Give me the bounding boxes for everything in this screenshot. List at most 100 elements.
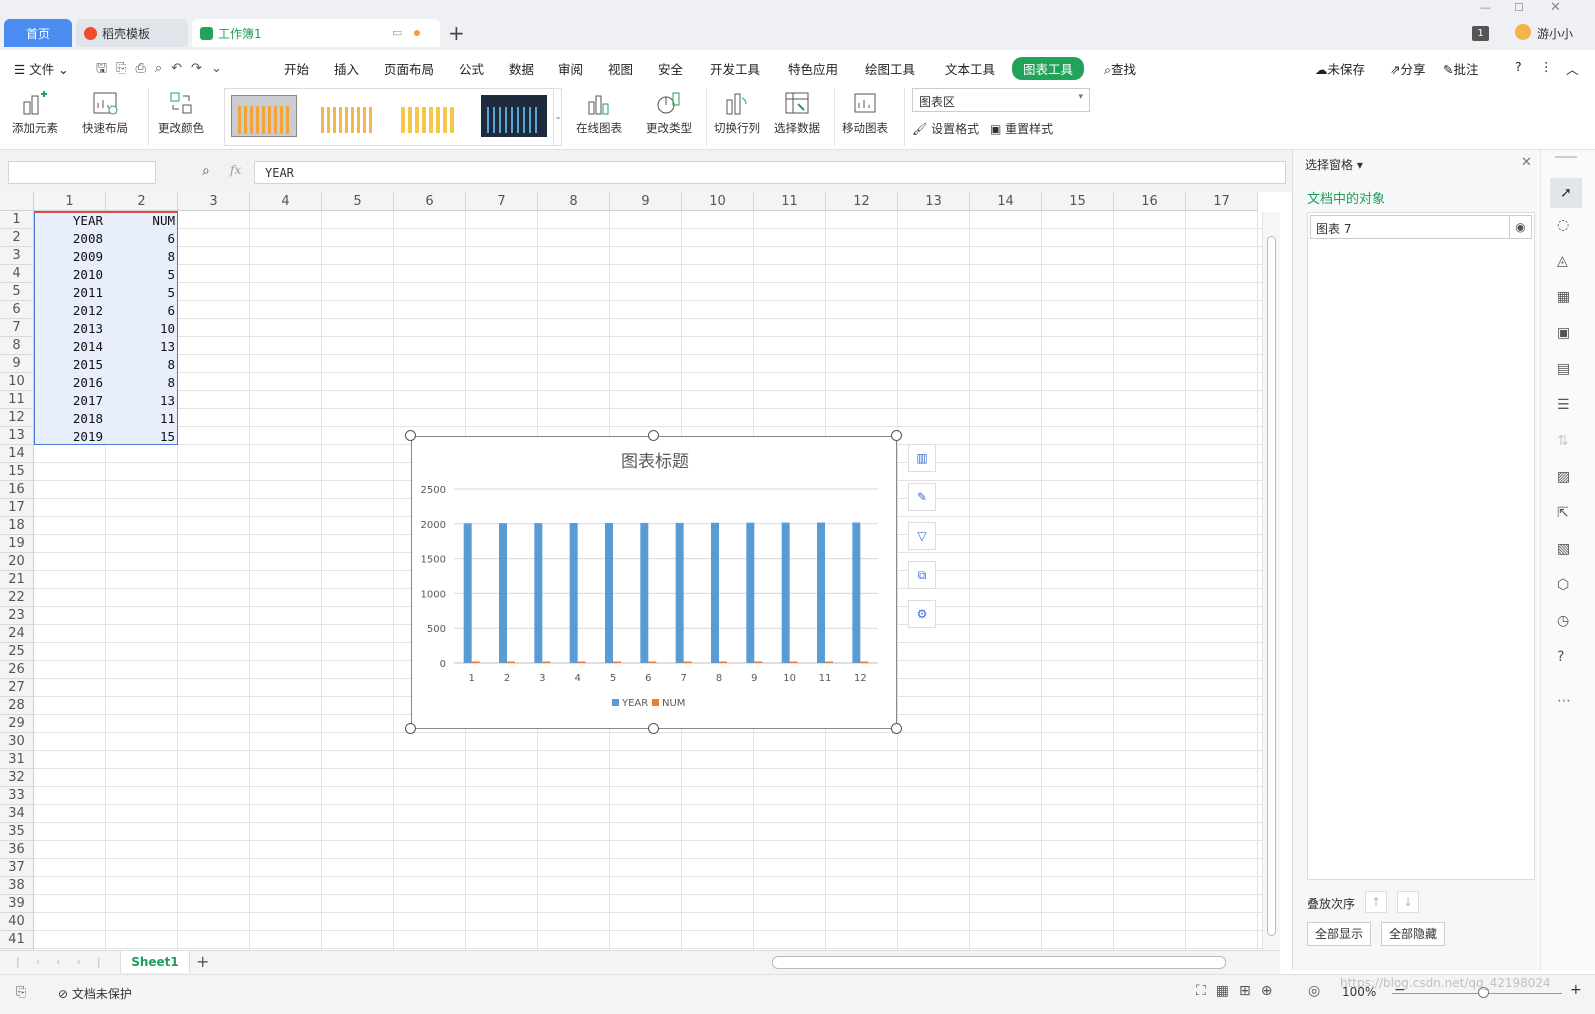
- row-header-32[interactable]: 32: [0, 769, 34, 787]
- chart-title[interactable]: 图表标题: [621, 452, 689, 472]
- horizontal-scroll-thumb[interactable]: [772, 956, 1226, 969]
- column-header-11[interactable]: 11: [754, 192, 826, 211]
- bar-year[interactable]: [463, 523, 472, 663]
- close-pane-icon[interactable]: ✕: [1521, 155, 1532, 170]
- menu-start[interactable]: 开始: [284, 59, 309, 78]
- resize-handle[interactable]: [405, 723, 416, 734]
- menu-chart-tools[interactable]: 图表工具: [1012, 57, 1085, 80]
- table-cell[interactable]: 6: [106, 303, 178, 318]
- help-icon[interactable]: ?: [1515, 59, 1522, 74]
- table-cell[interactable]: 8: [106, 249, 178, 264]
- more-dots-icon[interactable]: ⋯: [1557, 693, 1571, 709]
- chart-object[interactable]: 图表标题 0 500 1000 1500 2000 2500 1 2 3 4 5 6 7 8 9 10 11 1…: [411, 436, 897, 729]
- pointer-icon[interactable]: ➚: [1550, 178, 1582, 208]
- row-header-22[interactable]: 22: [0, 589, 34, 607]
- row-header-21[interactable]: 21: [0, 571, 34, 589]
- avatar[interactable]: [1515, 24, 1531, 40]
- bar-year[interactable]: [640, 522, 649, 663]
- bar-year[interactable]: [852, 522, 861, 663]
- resize-handle[interactable]: [648, 430, 659, 441]
- row-header-34[interactable]: 34: [0, 805, 34, 823]
- monitor-icon[interactable]: ▭: [392, 26, 402, 39]
- table-cell[interactable]: 8: [106, 357, 178, 372]
- maximize-icon[interactable]: ☐: [1514, 1, 1524, 14]
- table-cell[interactable]: YEAR: [34, 213, 106, 228]
- table-cell[interactable]: 2012: [34, 303, 106, 318]
- chart-style-brush-icon[interactable]: ✎: [908, 483, 936, 511]
- bar-num[interactable]: [683, 661, 692, 664]
- protect-status[interactable]: ⊘ 文档未保护: [58, 985, 132, 1002]
- table-cell[interactable]: 2011: [34, 285, 106, 300]
- menu-insert[interactable]: 插入: [334, 59, 359, 78]
- row-header-25[interactable]: 25: [0, 643, 34, 661]
- table-cell[interactable]: 13: [106, 339, 178, 354]
- zoom-slider[interactable]: [1392, 993, 1562, 994]
- column-header-17[interactable]: 17: [1186, 192, 1258, 211]
- row-header-6[interactable]: 6: [0, 301, 34, 319]
- menu-review[interactable]: 审阅: [558, 59, 583, 78]
- grid-icon[interactable]: ▣: [1557, 325, 1570, 341]
- column-header-14[interactable]: 14: [970, 192, 1042, 211]
- formula-input[interactable]: YEAR: [254, 161, 1286, 184]
- selection-pane-title[interactable]: 选择窗格 ▾: [1305, 156, 1363, 173]
- change-type-button[interactable]: 更改类型: [646, 90, 692, 136]
- chart-settings-gear-icon[interactable]: ⚙: [908, 600, 936, 628]
- column-header-9[interactable]: 9: [610, 192, 682, 211]
- bar-num[interactable]: [648, 661, 657, 664]
- bar-year[interactable]: [569, 523, 578, 663]
- new-tab-button[interactable]: +: [448, 21, 465, 45]
- export-icon[interactable]: ⇱: [1557, 505, 1569, 521]
- zoom-in-icon[interactable]: +: [1570, 982, 1582, 998]
- row-header-15[interactable]: 15: [0, 463, 34, 481]
- column-header-6[interactable]: 6: [394, 192, 466, 211]
- row-header-7[interactable]: 7: [0, 319, 34, 337]
- bar-year[interactable]: [605, 522, 613, 663]
- vertical-scroll-thumb[interactable]: [1267, 236, 1276, 936]
- select-all-corner[interactable]: [0, 192, 34, 211]
- bar-year[interactable]: [817, 522, 825, 663]
- table-cell[interactable]: 2015: [34, 357, 106, 372]
- gallery-more-icon[interactable]: ⌄: [553, 89, 562, 145]
- row-header-20[interactable]: 20: [0, 553, 34, 571]
- bar-num[interactable]: [754, 661, 763, 664]
- table-cell[interactable]: 5: [106, 285, 178, 300]
- table-cell[interactable]: 6: [106, 231, 178, 246]
- chart-icon[interactable]: ▤: [1557, 361, 1570, 377]
- row-header-18[interactable]: 18: [0, 517, 34, 535]
- table-cell[interactable]: 5: [106, 267, 178, 282]
- vertical-scrollbar[interactable]: [1262, 212, 1280, 950]
- chart-style-2[interactable]: [315, 95, 381, 137]
- bring-forward-icon[interactable]: ↑: [1365, 891, 1387, 913]
- online-chart-button[interactable]: 在线图表: [576, 90, 622, 136]
- bar-year[interactable]: [711, 522, 719, 663]
- share-button[interactable]: ⇗分享: [1390, 59, 1426, 78]
- table-cell[interactable]: 10: [106, 321, 178, 336]
- menu-developer[interactable]: 开发工具: [710, 59, 760, 78]
- bar-num[interactable]: [789, 661, 798, 664]
- chart-style-gallery[interactable]: ⌄: [224, 88, 562, 146]
- switch-rowcol-button[interactable]: 切换行列: [714, 90, 760, 136]
- bar-num[interactable]: [507, 661, 515, 664]
- table-cell[interactable]: 8: [106, 375, 178, 390]
- minimize-icon[interactable]: —: [1480, 1, 1491, 14]
- sliders-icon[interactable]: ☰: [1557, 397, 1570, 413]
- bar-num[interactable]: [719, 661, 727, 664]
- chart-element-select[interactable]: 图表区 ▾: [912, 88, 1090, 112]
- column-header-16[interactable]: 16: [1114, 192, 1186, 211]
- row-header-41[interactable]: 41: [0, 931, 34, 949]
- menu-drawing-tools[interactable]: 绘图工具: [865, 59, 915, 78]
- comment-button[interactable]: ✎批注: [1443, 59, 1479, 78]
- column-header-13[interactable]: 13: [898, 192, 970, 211]
- row-header-31[interactable]: 31: [0, 751, 34, 769]
- bar-year[interactable]: [675, 522, 684, 663]
- chart-style-4[interactable]: [481, 95, 547, 137]
- column-header-15[interactable]: 15: [1042, 192, 1114, 211]
- bar-year[interactable]: [746, 522, 755, 663]
- view-mode-icons[interactable]: ⛶▦⊞⊕: [1196, 983, 1283, 999]
- fill-icon[interactable]: ◬: [1557, 253, 1568, 269]
- select-data-button[interactable]: 选择数据: [774, 90, 820, 136]
- tab-home[interactable]: 首页: [4, 19, 72, 47]
- bar-year[interactable]: [781, 522, 790, 663]
- chart-style-1[interactable]: [231, 95, 297, 137]
- quick-layout-button[interactable]: 快速布局: [82, 90, 128, 136]
